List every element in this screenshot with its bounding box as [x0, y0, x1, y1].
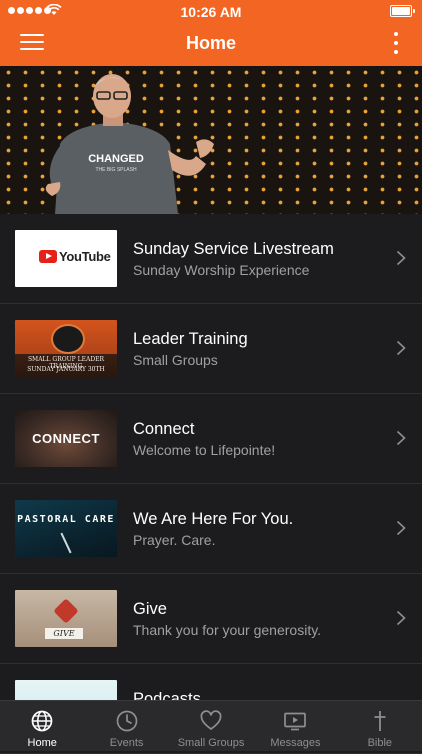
thumbnail-text: PASTORAL CARE	[17, 514, 115, 525]
list-item-livestream[interactable]: YouTube Sunday Service Livestream Sunday…	[0, 214, 422, 304]
chevron-right-icon	[396, 610, 406, 626]
list-item-give[interactable]: GIVE Give Thank you for your generosity.	[0, 574, 422, 664]
leader-training-thumbnail: SMALL GROUP LEADER TRAINING SUNDAY JANUA…	[15, 320, 117, 377]
thumbnail-text: GIVE	[45, 628, 83, 639]
list-item-title: Connect	[133, 420, 195, 438]
badge-graphic	[51, 324, 85, 354]
battery-icon	[390, 5, 415, 17]
tab-label: Messages	[270, 737, 321, 749]
tab-small-groups[interactable]: Small Groups	[169, 701, 253, 751]
list-item-subtitle: Welcome to Lifepointe!	[133, 442, 276, 458]
chevron-right-icon	[396, 520, 406, 536]
chevron-right-icon	[396, 430, 406, 446]
youtube-logo-icon	[39, 250, 57, 263]
svg-text:THE BIG SPLASH: THE BIG SPLASH	[95, 167, 137, 173]
list-item-connect[interactable]: CONNECT Connect Welcome to Lifepointe!	[0, 394, 422, 484]
chevron-right-icon	[396, 340, 406, 356]
tab-label: Small Groups	[177, 737, 245, 749]
connect-thumbnail: CONNECT	[15, 410, 117, 467]
tab-label: Bible	[367, 737, 393, 749]
heart-icon	[200, 710, 222, 730]
list-item-subtitle: Sunday Worship Experience	[133, 262, 310, 278]
cross-icon	[374, 711, 386, 731]
hand-graphic	[60, 532, 72, 554]
status-bar: 10:26 AM	[0, 0, 422, 22]
tab-bible[interactable]: Bible	[338, 701, 422, 751]
tab-events[interactable]: Events	[84, 701, 168, 751]
status-time: 10:26 AM	[180, 4, 242, 20]
list-item-pastoral-care[interactable]: PASTORAL CARE We Are Here For You. Praye…	[0, 484, 422, 574]
thumbnail-text-line2: SUNDAY JANUARY 30TH	[27, 366, 105, 373]
content-list: YouTube Sunday Service Livestream Sunday…	[0, 214, 422, 754]
list-item-title: Give	[133, 600, 167, 618]
tab-bar: Home Events Small Groups Messages Bible	[0, 700, 422, 751]
tab-messages[interactable]: Messages	[253, 701, 337, 751]
pastoral-care-thumbnail: PASTORAL CARE	[15, 500, 117, 557]
list-item-subtitle: Small Groups	[133, 352, 218, 368]
list-item-subtitle: Thank you for your generosity.	[133, 622, 322, 638]
list-item-subtitle: Prayer. Care.	[133, 532, 216, 548]
video-icon	[284, 712, 307, 731]
thumbnail-text: CONNECT	[32, 431, 100, 446]
globe-icon	[31, 710, 53, 732]
nav-bar: Home	[0, 22, 422, 66]
tab-label: Home	[27, 737, 57, 749]
heart-graphic	[53, 598, 79, 624]
hero-image: CHANGED THE BIG SPLASH	[0, 66, 422, 214]
more-options-icon[interactable]	[392, 32, 400, 56]
chevron-right-icon	[396, 250, 406, 266]
list-item-title: Sunday Service Livestream	[133, 240, 334, 258]
list-item-title: We Are Here For You.	[133, 510, 294, 528]
list-item-leader-training[interactable]: SMALL GROUP LEADER TRAINING SUNDAY JANUA…	[0, 304, 422, 394]
page-title: Home	[185, 33, 236, 53]
svg-text:CHANGED: CHANGED	[88, 153, 144, 165]
clock-icon	[116, 710, 137, 732]
youtube-thumbnail: YouTube	[15, 230, 117, 287]
tab-home[interactable]: Home	[0, 701, 84, 751]
thumbnail-text: YouTube	[59, 249, 111, 264]
give-thumbnail: GIVE	[15, 590, 117, 647]
tab-label: Events	[109, 737, 144, 749]
list-item-title: Leader Training	[133, 330, 248, 348]
